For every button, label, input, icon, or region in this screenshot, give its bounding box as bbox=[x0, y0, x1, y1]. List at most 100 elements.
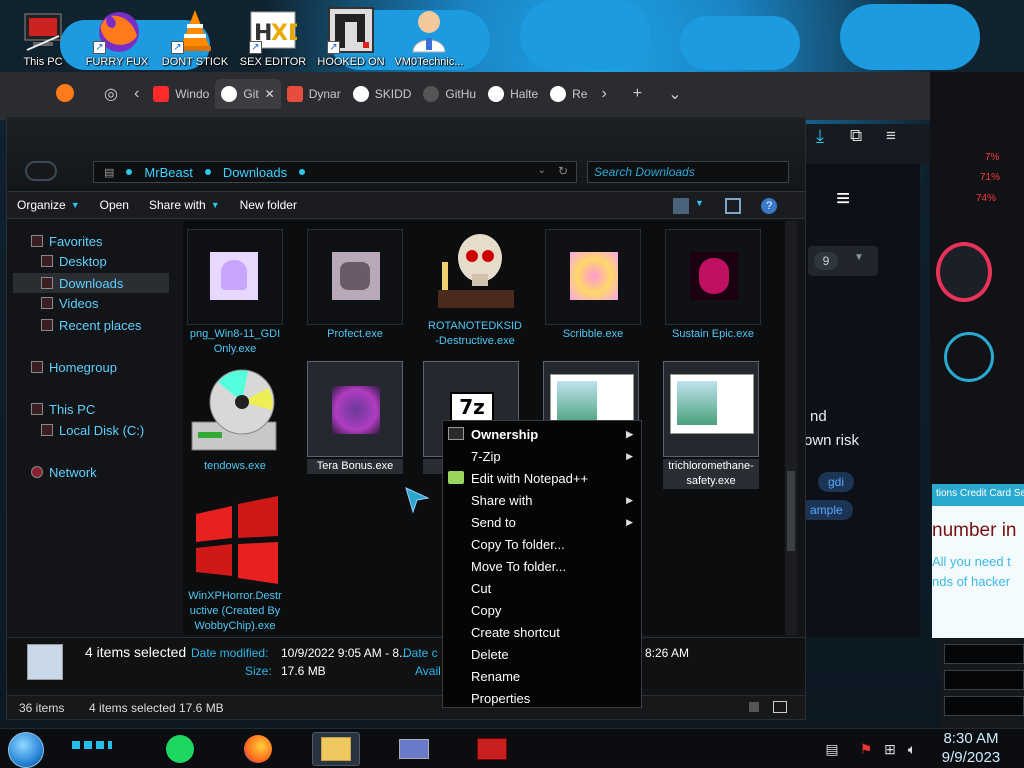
open-button[interactable]: Open bbox=[90, 198, 139, 212]
file-item-selected[interactable]: trichloromethane-safety.exe bbox=[663, 361, 759, 489]
desktop-icon-vm0technic[interactable]: VM0Technic... bbox=[390, 4, 468, 68]
menu-item-properties[interactable]: Properties bbox=[445, 687, 639, 709]
nav-this-pc[interactable]: This PC bbox=[31, 399, 95, 419]
nav-local-disk[interactable]: Local Disk (C:) bbox=[41, 420, 144, 440]
taskbar-app-notes[interactable] bbox=[156, 732, 204, 766]
topic-chip[interactable]: gdi bbox=[818, 472, 855, 492]
volume-icon[interactable]: 🔈︎ bbox=[904, 741, 920, 757]
menu-item-7zip[interactable]: 7-Zip ▶ bbox=[445, 445, 639, 467]
new-folder-button[interactable]: New folder bbox=[230, 198, 307, 212]
details-label: Size: bbox=[245, 664, 272, 678]
hamburger-icon[interactable]: ≡ bbox=[836, 185, 850, 213]
nav-videos[interactable]: Videos bbox=[41, 293, 99, 313]
help-icon[interactable]: ? bbox=[761, 198, 777, 214]
file-item[interactable]: png_Win8-11_GDI Only.exe bbox=[187, 229, 283, 357]
file-item[interactable]: Sustain Epic.exe bbox=[665, 229, 761, 342]
browser-tab-active[interactable]: Git ✕ bbox=[215, 79, 281, 109]
breadcrumb-downloads[interactable]: Downloads bbox=[223, 165, 287, 180]
details-view-icon[interactable] bbox=[749, 702, 759, 712]
show-desktop-icon[interactable]: ▤ bbox=[824, 741, 840, 757]
address-bar[interactable]: ▤ MrBeast Downloads ⌄ ↻ bbox=[93, 161, 577, 183]
breadcrumb-mrbeast[interactable]: MrBeast bbox=[144, 165, 192, 180]
page-text: own risk bbox=[804, 432, 860, 449]
search-input[interactable]: Search Downloads bbox=[587, 161, 789, 183]
taskbar-app-control[interactable] bbox=[390, 732, 438, 766]
share-with-button[interactable]: Share with ▼ bbox=[139, 198, 230, 212]
firefox-icon[interactable] bbox=[56, 84, 74, 102]
nav-homegroup[interactable]: Homegroup bbox=[31, 357, 117, 377]
organize-button[interactable]: Organize ▼ bbox=[7, 198, 90, 212]
file-item[interactable]: Profect.exe bbox=[307, 229, 403, 342]
tabs-forward-icon[interactable]: › bbox=[593, 85, 614, 103]
system-clock[interactable]: 8:30 AM 9/9/2023 bbox=[936, 729, 1006, 767]
youtube-icon bbox=[153, 86, 170, 102]
submenu-arrow-icon: ▶ bbox=[626, 428, 633, 439]
back-forward-button[interactable] bbox=[25, 161, 57, 181]
address-dropdown-icon[interactable]: ⌄ bbox=[538, 165, 546, 176]
menu-item-send-to[interactable]: Send to ▶ bbox=[445, 511, 639, 533]
view-dropdown-icon[interactable]: ▼ bbox=[695, 198, 711, 214]
browser-tab[interactable]: GitHu bbox=[417, 79, 482, 109]
vertical-scrollbar[interactable] bbox=[785, 221, 797, 635]
taskbar-app-explorer[interactable] bbox=[312, 732, 360, 766]
browser-tab[interactable]: Dynar bbox=[281, 79, 347, 109]
nav-recent-places[interactable]: Recent places bbox=[41, 315, 141, 335]
close-tab-icon[interactable]: ✕ bbox=[265, 87, 275, 101]
file-item[interactable]: ROTANOTEDKSID-Destructive.exe bbox=[427, 221, 523, 349]
nav-downloads[interactable]: Downloads bbox=[13, 273, 169, 293]
download-icon[interactable]: ⤓ bbox=[816, 126, 824, 147]
tab-list-chevron-icon[interactable]: ⌄ bbox=[650, 84, 689, 104]
menu-item-create-shortcut[interactable]: Create shortcut bbox=[445, 621, 639, 643]
back-arrow-icon[interactable]: ‹ bbox=[126, 85, 147, 103]
extensions-icon[interactable]: ⧉ bbox=[850, 126, 862, 146]
details-label: Date modified: bbox=[191, 646, 269, 660]
menu-item-cut[interactable]: Cut bbox=[445, 577, 639, 599]
menu-item-delete[interactable]: Delete bbox=[445, 643, 639, 665]
menu-item-copy[interactable]: Copy bbox=[445, 599, 639, 621]
browser-tab-label: Re bbox=[572, 87, 588, 101]
refresh-icon[interactable]: ↻ bbox=[558, 164, 568, 178]
action-center-flag-icon[interactable]: ⚑ bbox=[858, 741, 874, 757]
nav-favorites[interactable]: Favorites bbox=[31, 231, 102, 251]
app-window-icon bbox=[399, 739, 429, 759]
desktop-icon-furry-fux[interactable]: ↗ FURRY FUX bbox=[78, 4, 156, 68]
menu-item-copy-to-folder[interactable]: Copy To folder... bbox=[445, 533, 639, 555]
browser-tab[interactable]: Halte bbox=[482, 79, 544, 109]
tera-bonus-thumbnail-icon bbox=[307, 361, 403, 457]
file-item-selected[interactable]: Tera Bonus.exe bbox=[307, 361, 403, 474]
desktop-icon-hooked-on[interactable]: ↗ HOOKED ON bbox=[312, 4, 390, 68]
view-options-icon[interactable] bbox=[673, 198, 689, 214]
taskbar-app-game[interactable] bbox=[468, 732, 516, 766]
menu-item-move-to-folder[interactable]: Move To folder... bbox=[445, 555, 639, 577]
topic-chip[interactable]: ample bbox=[800, 500, 853, 520]
file-item[interactable]: WinXPHorror.Destructive (Created By Wobb… bbox=[187, 491, 283, 634]
file-item[interactable]: tendows.exe bbox=[187, 361, 283, 474]
menu-item-rename[interactable]: Rename bbox=[445, 665, 639, 687]
browser-tab[interactable]: Windo bbox=[147, 79, 215, 109]
taskbar-app-firefox[interactable] bbox=[234, 732, 282, 766]
globe-icon[interactable]: ◎ bbox=[96, 84, 126, 104]
desktop-icon-dont-stick[interactable]: ↗ DONT STICK bbox=[156, 4, 234, 68]
nav-label: Videos bbox=[59, 295, 99, 311]
browser-tab[interactable]: Re bbox=[544, 79, 593, 109]
menu-icon[interactable]: ≡ bbox=[886, 126, 896, 146]
desktop-icon-sex-editor[interactable]: HXD ↗ SEX EDITOR bbox=[234, 4, 312, 68]
nav-network[interactable]: Network bbox=[31, 462, 97, 482]
menu-item-ownership[interactable]: Ownership ▶ bbox=[445, 423, 639, 445]
scrollbar-thumb[interactable] bbox=[787, 471, 795, 551]
browser-window: ◎ ‹ Windo Git ✕ Dynar SKIDD GitHu Halte R… bbox=[0, 72, 930, 120]
desktop-icon-this-pc[interactable]: This PC bbox=[4, 4, 82, 68]
nav-desktop[interactable]: Desktop bbox=[41, 251, 107, 271]
menu-item-edit-notepad[interactable]: Edit with Notepad++ bbox=[445, 467, 639, 489]
browser-tab[interactable]: SKIDD bbox=[347, 79, 418, 109]
breadcrumb-separator-icon bbox=[299, 169, 306, 175]
network-tray-icon[interactable]: ⊞ bbox=[882, 741, 898, 757]
hxd-editor-icon: HXD ↗ bbox=[249, 6, 306, 54]
pager-control[interactable]: 9 ▼ bbox=[808, 246, 878, 276]
file-item[interactable]: Scribble.exe bbox=[545, 229, 641, 342]
menu-item-share-with[interactable]: Share with ▶ bbox=[445, 489, 639, 511]
start-button[interactable] bbox=[8, 732, 44, 768]
preview-pane-icon[interactable] bbox=[725, 198, 741, 214]
large-icons-view-icon[interactable] bbox=[773, 701, 787, 713]
new-tab-plus-icon[interactable]: + bbox=[615, 85, 650, 103]
